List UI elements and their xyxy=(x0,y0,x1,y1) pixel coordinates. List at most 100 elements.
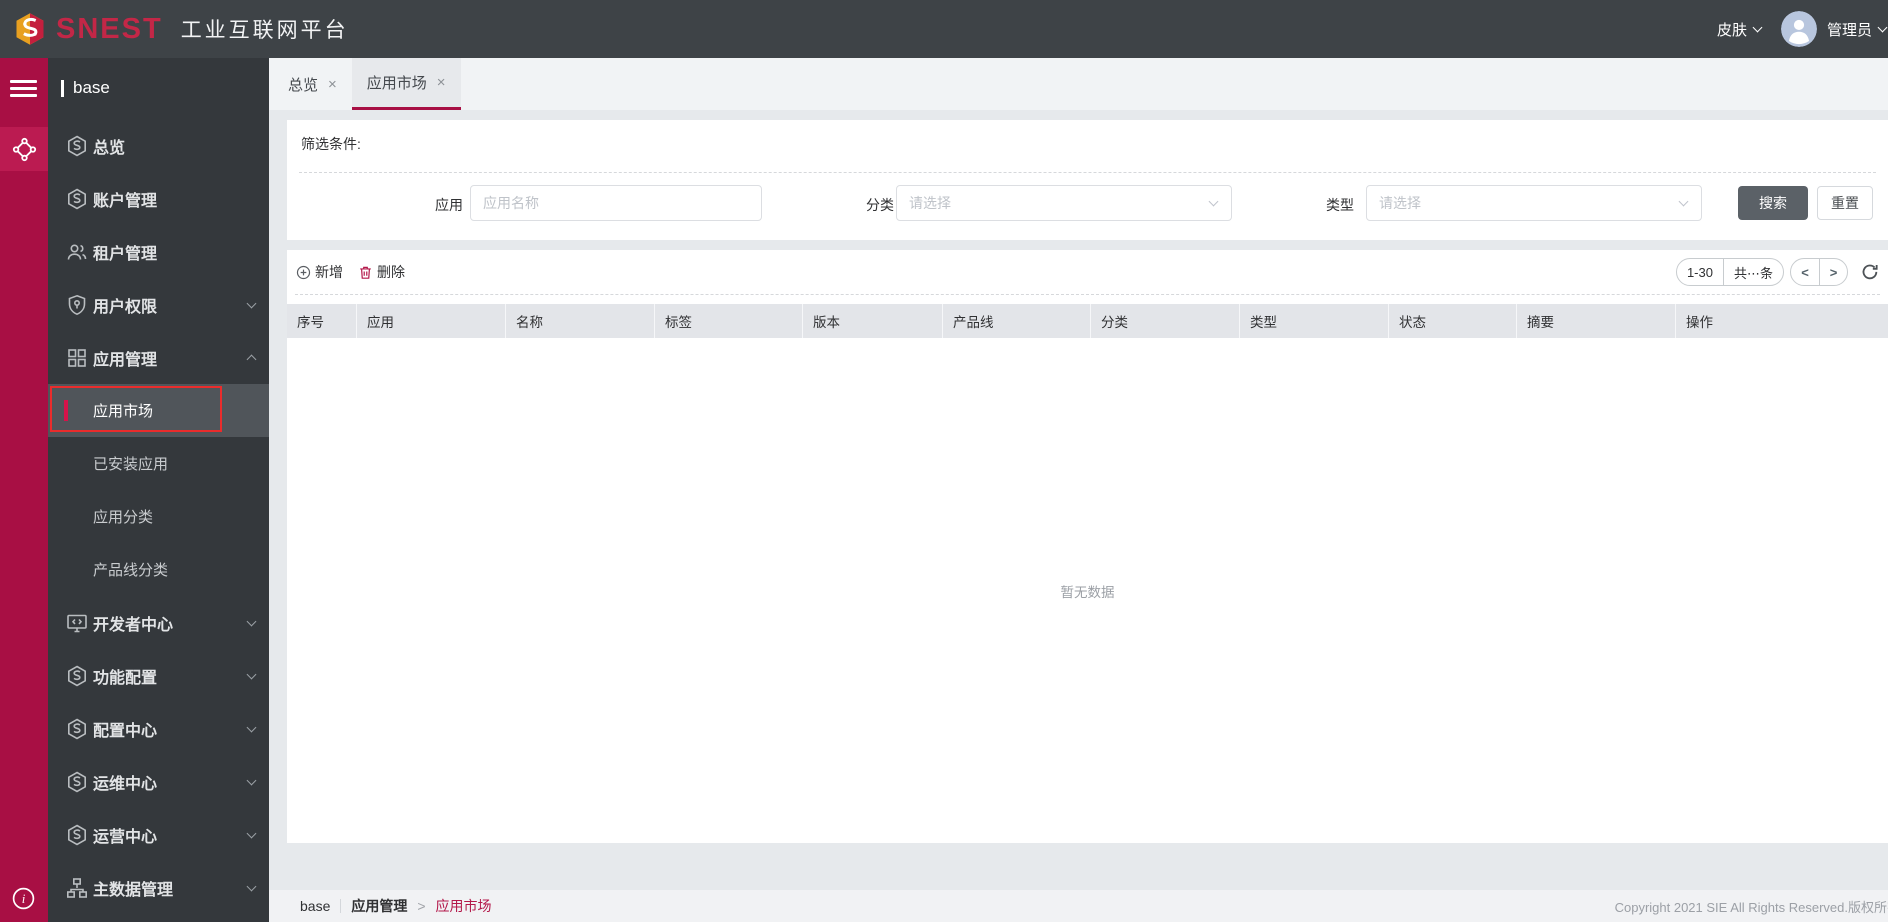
delete-button[interactable]: 删除 xyxy=(357,262,405,282)
sidebar-title: base xyxy=(48,58,269,118)
app-logo: SNEST 工业互联网平台 xyxy=(0,11,349,47)
sidebar-item-label: 运营中心 xyxy=(93,828,158,846)
sidebar-item-11[interactable]: 配置中心 xyxy=(48,702,269,755)
column-header-1: 应用 xyxy=(357,304,506,338)
app-field-label: 应用 xyxy=(435,197,463,213)
sidebar-menu: 总览 账户管理 租户管理 用户权限 应用管理 应用市场 已安装应用 应用分类 产… xyxy=(48,119,269,914)
tab-1[interactable]: 应用市场 × xyxy=(351,58,461,110)
sidebar-item-12[interactable]: 运维中心 xyxy=(48,755,269,808)
tab-bar: 总览 × 应用市场 × xyxy=(269,58,1888,110)
column-header-0: 序号 xyxy=(287,304,357,338)
sidebar-item-label: 主数据管理 xyxy=(93,881,174,899)
sidebar-item-2[interactable]: 租户管理 xyxy=(48,225,269,278)
hexagon-s-icon xyxy=(65,823,89,847)
page-range[interactable]: 1-30 xyxy=(1677,259,1723,285)
type-select[interactable]: 请选择 xyxy=(1366,185,1702,221)
skin-dropdown[interactable]: 皮肤 xyxy=(1717,19,1763,40)
chevron-down-icon xyxy=(1752,22,1763,33)
sidebar: base 总览 账户管理 租户管理 用户权限 应用管理 应用市场 已安装应用 应… xyxy=(48,58,269,922)
column-header-7: 类型 xyxy=(1240,304,1389,338)
main-area: 总览 × 应用市场 × 筛选条件: 应用 分类 请选择 类型 请选择 搜索 重置 xyxy=(269,58,1888,922)
chevron-down-icon xyxy=(246,775,257,785)
copyright-text: Copyright 2021 SIE All Rights Reserved.版… xyxy=(1614,899,1888,915)
hexagon-s-icon xyxy=(65,717,89,741)
snest-logo-icon xyxy=(16,13,44,45)
sidebar-item-1[interactable]: 账户管理 xyxy=(48,172,269,225)
prev-page-button[interactable]: < xyxy=(1791,259,1819,285)
table-panel: 新增 删除 1-30 共⋯条 < > 序号 应用 名称 标签 版本 产品线 分类… xyxy=(287,250,1888,843)
type-field-label: 类型 xyxy=(1326,197,1354,213)
chevron-down-icon xyxy=(1208,196,1219,207)
filter-title: 筛选条件: xyxy=(301,136,361,152)
app-name-input[interactable] xyxy=(470,185,762,221)
product-name: 工业互联网平台 xyxy=(180,19,349,42)
divider xyxy=(295,294,1880,295)
info-icon: i xyxy=(12,887,35,910)
page-range-pill: 1-30 共⋯条 xyxy=(1675,258,1784,286)
sidebar-item-9[interactable]: 开发者中心 xyxy=(48,596,269,649)
sidebar-item-0[interactable]: 总览 xyxy=(48,119,269,172)
tab-label: 总览 xyxy=(288,76,319,94)
next-page-button[interactable]: > xyxy=(1819,259,1847,285)
breadcrumb-parent[interactable]: 应用管理 xyxy=(351,896,407,916)
sidebar-item-label: 功能配置 xyxy=(93,669,158,687)
sidebar-item-4[interactable]: 应用管理 xyxy=(48,331,269,384)
tab-label: 应用市场 xyxy=(366,75,427,92)
refresh-icon[interactable] xyxy=(1860,262,1880,282)
sidebar-item-13[interactable]: 运营中心 xyxy=(48,808,269,861)
divider xyxy=(299,172,1876,173)
divider xyxy=(340,899,342,913)
user-dropdown[interactable]: 管理员 xyxy=(1827,19,1888,40)
search-button[interactable]: 搜索 xyxy=(1738,186,1808,220)
sidebar-item-8[interactable]: 产品线分类 xyxy=(48,543,269,596)
brand-name: SNEST xyxy=(56,12,163,45)
sidebar-item-label: 已安装应用 xyxy=(93,456,169,473)
hexagon-s-icon xyxy=(65,664,89,688)
close-icon[interactable]: × xyxy=(437,75,446,90)
breadcrumb: base 应用管理 > 应用市场 xyxy=(269,896,492,916)
sidebar-item-label: 运维中心 xyxy=(93,775,158,793)
footer-bar: base 应用管理 > 应用市场 Copyright 2021 SIE All … xyxy=(269,890,1888,922)
category-field-label: 分类 xyxy=(866,197,894,213)
info-button[interactable]: i xyxy=(10,885,37,912)
sidebar-item-7[interactable]: 应用分类 xyxy=(48,490,269,543)
app-switcher-button[interactable] xyxy=(0,127,48,171)
column-header-4: 版本 xyxy=(803,304,943,338)
chevron-down-icon xyxy=(246,722,257,732)
shield-user-icon xyxy=(65,293,89,317)
top-header: SNEST 工业互联网平台 皮肤 管理员 xyxy=(0,0,1888,58)
close-icon[interactable]: × xyxy=(328,77,337,92)
users-icon xyxy=(65,240,89,264)
menu-toggle-button[interactable] xyxy=(10,80,37,101)
column-header-3: 标签 xyxy=(655,304,803,338)
add-button[interactable]: 新增 xyxy=(295,262,343,282)
sidebar-item-label: 账户管理 xyxy=(93,192,158,210)
grid-icon xyxy=(65,346,89,370)
sidebar-item-label: 应用分类 xyxy=(93,509,154,526)
sidebar-item-3[interactable]: 用户权限 xyxy=(48,278,269,331)
column-header-2: 名称 xyxy=(506,304,655,338)
avatar[interactable] xyxy=(1780,11,1817,47)
column-header-6: 分类 xyxy=(1091,304,1240,338)
app-rail: i xyxy=(0,58,48,922)
sidebar-item-5[interactable]: 应用市场 xyxy=(48,384,269,437)
column-header-10: 操作 xyxy=(1686,315,1713,330)
monitor-code-icon xyxy=(65,611,89,635)
sidebar-item-10[interactable]: 功能配置 xyxy=(48,649,269,702)
chevron-down-icon xyxy=(1877,22,1888,33)
sidebar-item-6[interactable]: 已安装应用 xyxy=(48,437,269,490)
reset-button[interactable]: 重置 xyxy=(1817,186,1873,220)
tab-0[interactable]: 总览 × xyxy=(273,58,352,110)
user-avatar-icon xyxy=(1780,11,1817,47)
chevron-up-icon xyxy=(246,354,257,365)
table-header-row: 序号 应用 名称 标签 版本 产品线 分类 类型 状态 摘要 操作 xyxy=(287,304,1888,338)
category-select[interactable]: 请选择 xyxy=(896,185,1232,221)
sidebar-item-14[interactable]: 主数据管理 xyxy=(48,861,269,914)
breadcrumb-current[interactable]: 应用市场 xyxy=(436,896,492,916)
pager-nav-pill: < > xyxy=(1790,258,1848,286)
breadcrumb-separator: > xyxy=(417,898,426,914)
empty-state: 暂无数据 xyxy=(1060,584,1115,600)
column-header-5: 产品线 xyxy=(943,304,1091,338)
svg-text:i: i xyxy=(22,891,26,906)
chevron-down-icon xyxy=(246,828,257,838)
